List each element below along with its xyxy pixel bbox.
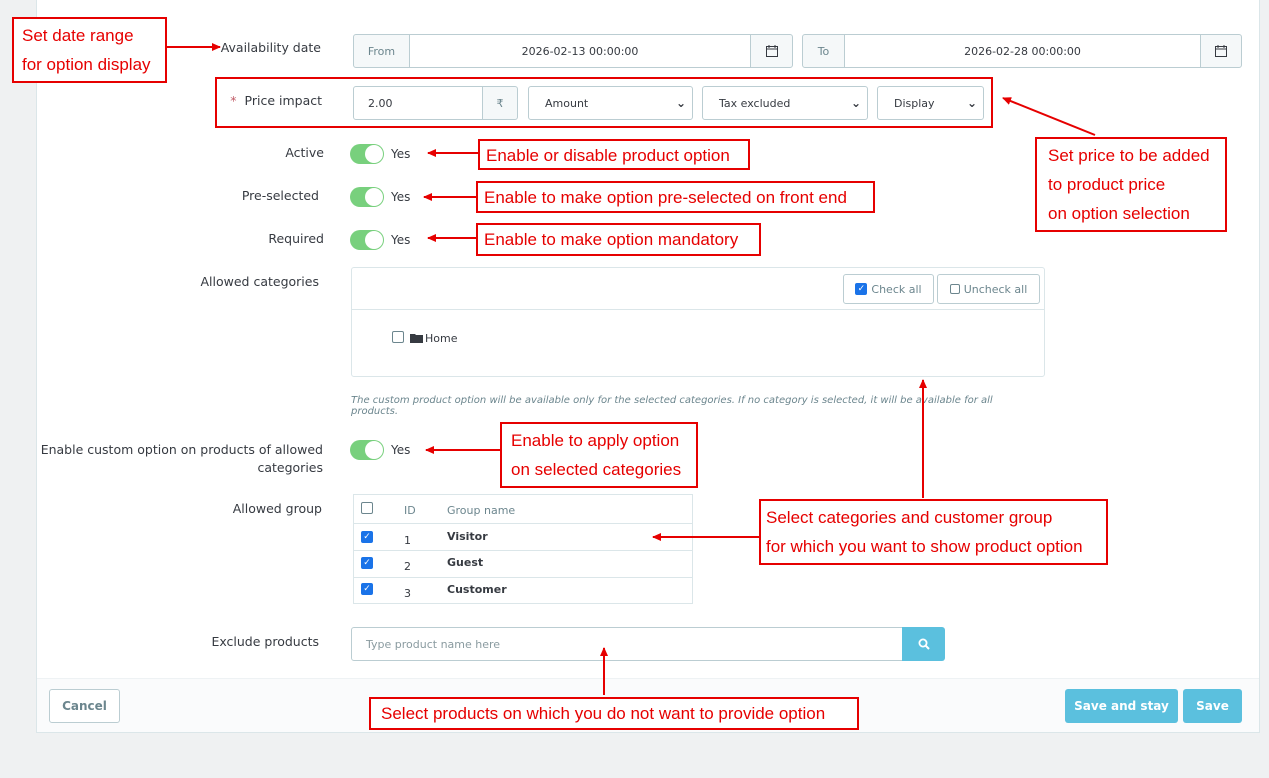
annotation-select-categories-groups: Select categories and customer group for …: [759, 499, 1108, 565]
annotation-select-line2: for which you want to show product optio…: [766, 537, 1083, 556]
annotation-apply-line1: Enable to apply option: [511, 431, 680, 450]
annotation-apply-line2: on selected categories: [511, 460, 682, 479]
annotation-price: Set price to be added to product price on …: [1035, 137, 1227, 232]
annotation-required: Enable to make option mandatory: [476, 223, 761, 256]
annotation-select-line1: Select categories and customer group: [766, 508, 1053, 527]
annotation-date-range-line1: Set date range: [22, 26, 134, 45]
annotation-active: Enable or disable product option: [478, 139, 750, 170]
annotation-preselected: Enable to make option pre-selected on fr…: [476, 181, 875, 213]
annotation-apply-categories: Enable to apply option on selected catego…: [500, 422, 698, 488]
annotation-arrows: [166, 43, 1096, 695]
annotation-date-range-line2: for option display: [22, 55, 151, 74]
annotation-price-line2: to product price: [1048, 175, 1166, 194]
annotation-price-line1: Set price to be added: [1048, 146, 1210, 165]
annotation-exclude: Select products on which you do not want…: [369, 697, 859, 730]
annotation-price-line3: on option selection: [1048, 204, 1190, 223]
annotation-date-range: Set date range for option display: [12, 17, 167, 83]
